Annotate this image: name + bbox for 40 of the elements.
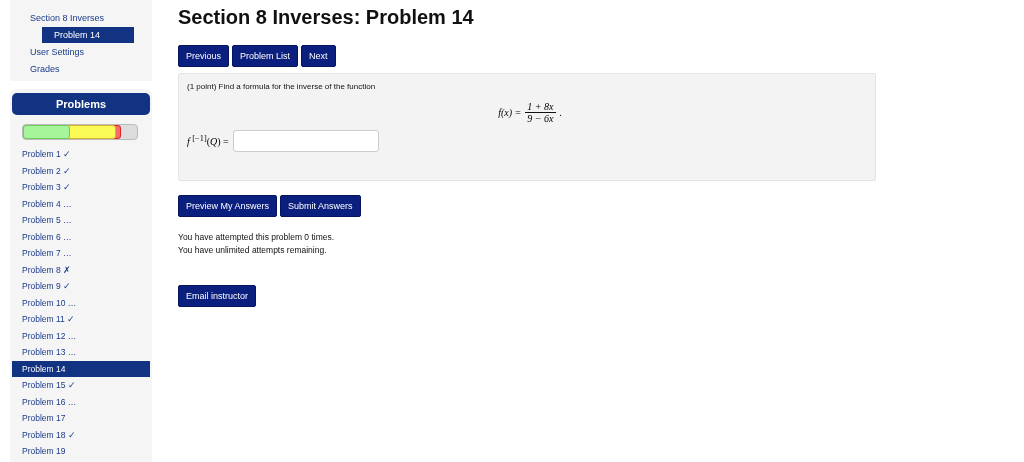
- problem-link[interactable]: Problem 15 ✓: [12, 377, 150, 394]
- problem-link[interactable]: Problem 12 …: [12, 327, 150, 344]
- problem-link[interactable]: Problem 13 …: [12, 344, 150, 361]
- panel-heading: Problems: [12, 93, 150, 115]
- problem-link[interactable]: Problem 16 …: [12, 393, 150, 410]
- page-title: Section 8 Inverses: Problem 14: [178, 6, 475, 29]
- problem-link[interactable]: Problem 14: [12, 360, 150, 377]
- problem-link[interactable]: Problem 6 …: [12, 228, 150, 245]
- problem-link[interactable]: Problem 11 ✓: [12, 311, 150, 328]
- nav-button[interactable]: Problem List: [232, 45, 299, 67]
- attempts-text: You have attempted this problem 0 times.: [178, 231, 336, 244]
- problem-link[interactable]: Problem 17: [12, 410, 150, 427]
- attempts-text: You have unlimited attempts remaining.: [178, 244, 328, 257]
- problem-link[interactable]: Problem 8 ✗: [12, 261, 150, 278]
- nav-button[interactable]: Next: [301, 45, 336, 67]
- nav-link[interactable]: Grades: [28, 61, 148, 77]
- numerator: 1 + 8x: [525, 101, 556, 113]
- answer-button[interactable]: Preview My Answers: [178, 195, 278, 217]
- problem-link[interactable]: Problem 5 …: [12, 212, 150, 229]
- problem-link[interactable]: Problem 7 …: [12, 245, 150, 262]
- problem-text: (1 point) Find a formula for the inverse of the function: [187, 82, 377, 91]
- problem-link[interactable]: Problem 19: [12, 443, 150, 460]
- problem-link[interactable]: Problem 9 ✓: [12, 278, 150, 295]
- formula-period: .: [559, 107, 562, 118]
- nav-link[interactable]: Problem 14: [42, 27, 134, 43]
- problem-link[interactable]: Problem 3 ✓: [12, 179, 150, 196]
- formula-lhs: f(x) =: [498, 107, 522, 118]
- email-button[interactable]: Email instructor: [178, 285, 256, 307]
- problem-link[interactable]: Problem 4 …: [12, 195, 150, 212]
- answer-field[interactable]: [232, 130, 379, 152]
- problem-link[interactable]: Problem 2 ✓: [12, 162, 150, 179]
- answer-label: f $^{[−1]}$(Q) =: [187, 134, 229, 148]
- problem-link[interactable]: Problem 1 ✓: [12, 146, 150, 163]
- nav-button[interactable]: Previous: [178, 45, 229, 67]
- problem-link[interactable]: Problem 18 ✓: [12, 426, 150, 443]
- problem-link[interactable]: Problem 10 …: [12, 294, 150, 311]
- nav-link[interactable]: User Settings: [28, 44, 148, 60]
- answer-button[interactable]: Submit Answers: [280, 195, 361, 217]
- nav-link[interactable]: Section 8 Inverses: [28, 10, 148, 26]
- denominator: 9 − 6x: [527, 113, 554, 124]
